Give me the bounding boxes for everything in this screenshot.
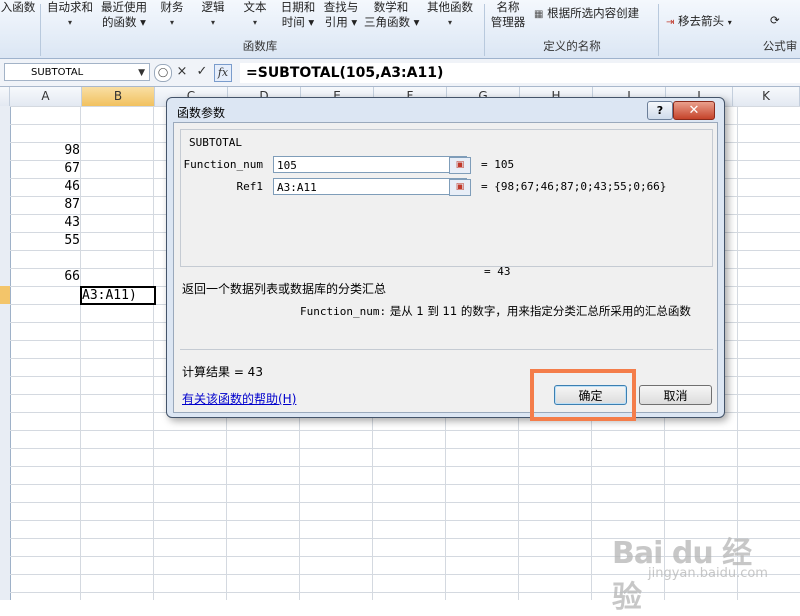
cell-a4[interactable]: 67: [10, 161, 80, 176]
ref1-result: = {98;67;46;87;0;43;55;0;66}: [481, 180, 667, 193]
date-time-button[interactable]: 日期和 时间 ▾: [278, 0, 318, 30]
text-button[interactable]: 文本 ▾: [238, 0, 272, 30]
column-header-a[interactable]: A: [10, 87, 82, 106]
financial-label: 财务: [160, 0, 184, 14]
ok-button-highlight: [530, 369, 636, 421]
remove-arrows-button[interactable]: ⇥ 移去箭头 ▾: [666, 13, 732, 29]
formula-audit-extra-icon[interactable]: ⟳: [770, 13, 780, 27]
logical-button[interactable]: 逻辑 ▾: [196, 0, 230, 30]
name-box[interactable]: SUBTOTAL ▼: [4, 63, 150, 81]
name-manager-label: 名称: [496, 0, 520, 14]
cancel-button[interactable]: 取消: [639, 385, 712, 405]
math-trig-label-2: 三角函数 ▾: [364, 15, 420, 29]
more-functions-button[interactable]: 其他函数 ▾: [422, 0, 478, 30]
remove-arrows-icon: ⇥: [666, 17, 675, 28]
name-manager-button[interactable]: 名称 管理器: [488, 0, 528, 30]
collapse-dialog-icon[interactable]: ▣: [449, 157, 471, 174]
math-trig-label: 数学和: [373, 0, 409, 14]
function-num-result: = 105: [481, 158, 515, 171]
dialog-title: 函数参数: [177, 106, 226, 120]
function-library-group-label: 函数库: [242, 39, 278, 53]
argument-description: Function_num: 是从 1 到 11 的数字，用来指定分类汇总所采用的…: [300, 303, 691, 319]
defined-names-group-label: 定义的名称: [543, 39, 601, 53]
create-from-selection-label: 根据所选内容创建: [547, 6, 640, 20]
insert-function-label: 入函数: [0, 0, 36, 14]
argument-description-name: Function_num:: [300, 305, 387, 318]
chevron-down-icon[interactable]: ▼: [138, 64, 145, 82]
insert-function-button[interactable]: 入函数: [0, 0, 36, 15]
cell-a7[interactable]: 43: [10, 215, 80, 230]
arguments-group: SUBTOTAL Function_num 105 ▣ = 105 Ref1 A…: [180, 129, 713, 267]
math-trig-button[interactable]: 数学和 三角函数 ▾: [364, 0, 420, 30]
autosum-dropdown[interactable]: ▾: [44, 15, 96, 30]
name-manager-label-2: 管理器: [490, 15, 526, 29]
autosum-button[interactable]: 自动求和 ▾: [44, 0, 96, 30]
select-all-corner[interactable]: [0, 87, 10, 106]
text-dropdown[interactable]: ▾: [238, 15, 272, 30]
ribbon: 入函数 自动求和 ▾ 最近使用 的函数 ▾ 财务 ▾ 逻辑 ▾ 文本 ▾ 日期和…: [0, 0, 800, 59]
recent-functions-button[interactable]: 最近使用 的函数 ▾: [98, 0, 150, 30]
formula-input[interactable]: =SUBTOTAL(105,A3:A11): [240, 63, 800, 83]
help-icon[interactable]: ?: [647, 101, 673, 120]
column-header-k[interactable]: K: [733, 87, 800, 106]
autosum-label: 自动求和: [47, 0, 93, 14]
remove-arrows-label: 移去箭头: [678, 14, 725, 28]
create-from-selection-icon: ▦: [534, 9, 544, 20]
active-row-marker: [0, 286, 10, 304]
ribbon-separator: [658, 4, 659, 56]
lookup-reference-label-2: 引用 ▾: [324, 15, 358, 29]
create-from-selection-button[interactable]: ▦ 根据所选内容创建: [534, 5, 639, 21]
more-functions-dropdown[interactable]: ▾: [422, 15, 478, 30]
ribbon-separator: [484, 4, 485, 56]
function-result: = 43: [484, 265, 511, 278]
cell-a6[interactable]: 87: [10, 197, 80, 212]
function-num-label: Function_num: [183, 158, 263, 171]
logical-label: 逻辑: [201, 0, 225, 14]
logical-dropdown[interactable]: ▾: [196, 15, 230, 30]
watermark-sub: jingyan.baidu.com: [648, 566, 768, 581]
name-box-value: SUBTOTAL: [31, 67, 84, 78]
cancel-formula-icon[interactable]: ×: [174, 64, 190, 80]
text-label: 文本: [243, 0, 267, 14]
close-icon[interactable]: ✕: [673, 101, 715, 120]
enter-formula-icon[interactable]: ✓: [194, 64, 210, 80]
calculation-result: 计算结果 = 43: [182, 365, 263, 379]
more-functions-label: 其他函数: [427, 0, 473, 14]
lookup-reference-button[interactable]: 查找与 引用 ▾: [320, 0, 362, 30]
cell-a8[interactable]: 55: [10, 233, 80, 248]
watermark-logo: Bai du 经验 jingyan.baidu.com: [612, 528, 772, 615]
financial-button[interactable]: 财务 ▾: [155, 0, 189, 30]
divider: [180, 349, 713, 350]
function-help-link[interactable]: 有关该函数的帮助(H): [182, 390, 296, 407]
cell-a10[interactable]: 66: [10, 269, 80, 284]
ref1-label: Ref1: [236, 180, 264, 193]
date-time-label-2: 时间 ▾: [281, 15, 315, 29]
active-cell-b11[interactable]: A3:A11): [80, 286, 156, 305]
recent-functions-label-2: 的函数 ▾: [102, 15, 146, 29]
formula-audit-group-label: 公式审: [762, 39, 798, 53]
date-time-label: 日期和: [280, 0, 316, 14]
function-arguments-dialog: 函数参数 ? ✕ SUBTOTAL Function_num 105 ▣ = 1…: [166, 97, 725, 418]
recent-functions-label: 最近使用: [101, 0, 147, 14]
expand-formula-icon[interactable]: ◯: [154, 64, 172, 82]
financial-dropdown[interactable]: ▾: [155, 15, 189, 30]
lookup-reference-label: 查找与: [323, 0, 359, 14]
collapse-dialog-icon[interactable]: ▣: [449, 179, 471, 196]
dialog-body: SUBTOTAL Function_num 105 ▣ = 105 Ref1 A…: [173, 122, 718, 413]
chevron-down-icon[interactable]: ▾: [728, 18, 732, 27]
formula-bar: SUBTOTAL ▼ ◯ × ✓ fx =SUBTOTAL(105,A3:A11…: [0, 59, 800, 87]
cell-a3[interactable]: 98: [10, 143, 80, 158]
function-num-input[interactable]: 105: [273, 156, 467, 173]
column-header-b[interactable]: B: [82, 87, 155, 106]
cell-a5[interactable]: 46: [10, 179, 80, 194]
argument-description-text: 是从 1 到 11 的数字，用来指定分类汇总所采用的汇总函数: [389, 304, 691, 318]
function-name: SUBTOTAL: [189, 136, 242, 149]
insert-function-fx-icon[interactable]: fx: [214, 64, 232, 82]
function-description: 返回一个数据列表或数据库的分类汇总: [182, 282, 387, 296]
ref1-input[interactable]: A3:A11: [273, 178, 467, 195]
